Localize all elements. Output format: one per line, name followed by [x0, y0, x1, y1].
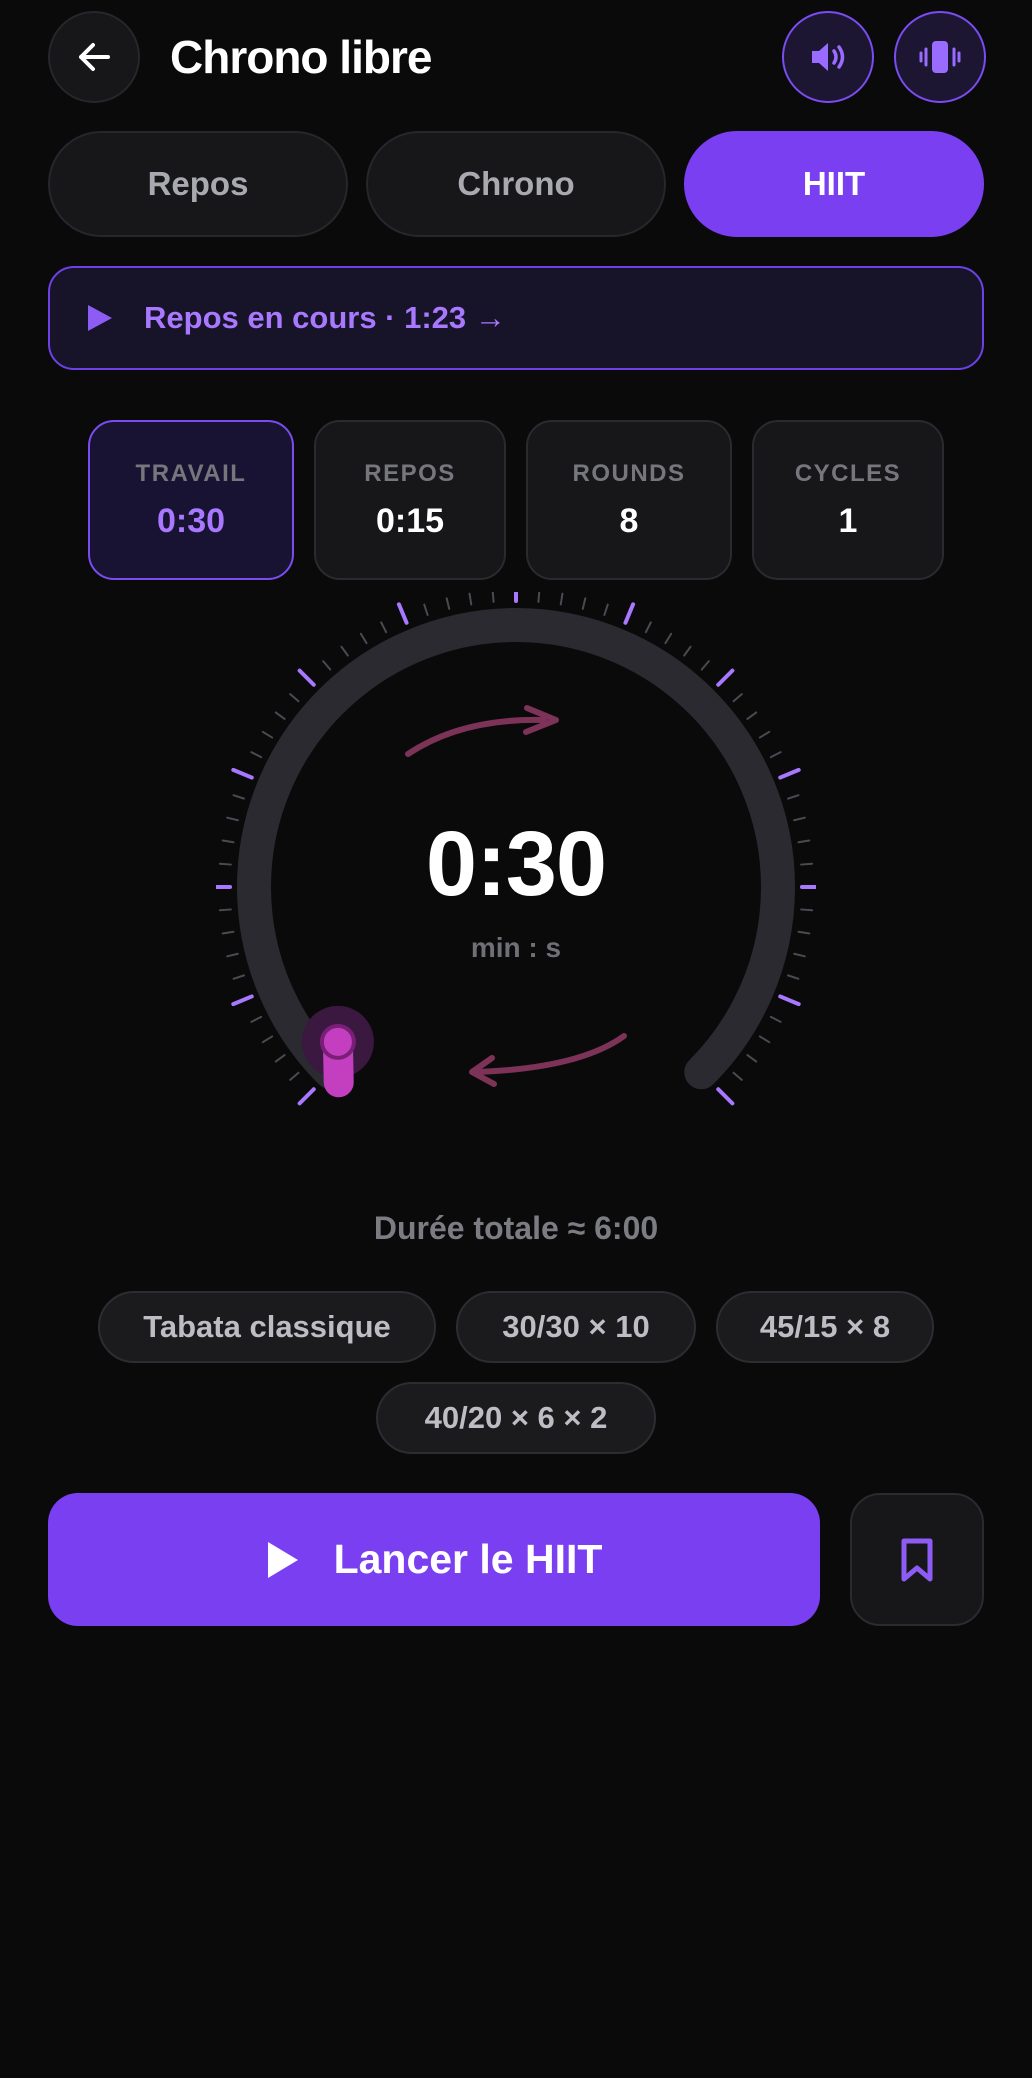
- arrow-left-icon: [79, 43, 110, 71]
- dial-minor-tick: [683, 645, 692, 657]
- dial-minor-tick: [769, 1015, 782, 1023]
- launch-label: Lancer le HIIT: [333, 1536, 603, 1582]
- dial-minor-tick: [380, 621, 388, 634]
- dial-minor-tick: [423, 603, 429, 616]
- dial-minor-tick: [322, 660, 332, 671]
- dial-minor-tick: [787, 794, 800, 800]
- banner-text: Repos en cours · 1:23 →: [144, 300, 506, 335]
- param-label: REPOS: [364, 459, 456, 487]
- dial-minor-tick: [787, 974, 800, 980]
- dial-major-tick: [396, 602, 409, 625]
- dial-time: 0:30: [425, 813, 607, 915]
- dial-unit: min : s: [470, 932, 562, 963]
- param-value: 0:30: [156, 501, 226, 540]
- vibrate-icon: [919, 41, 961, 73]
- preset-chip[interactable]: 40/20 × 6 × 2: [376, 1382, 656, 1454]
- dial-minor-tick: [468, 592, 473, 606]
- dial-minor-tick: [700, 660, 710, 671]
- dial-minor-tick: [232, 794, 245, 800]
- dial-minor-tick: [732, 693, 743, 703]
- tab-hiit[interactable]: HIIT: [684, 131, 984, 237]
- clockwise-arrow-icon: [405, 716, 547, 757]
- preset-chip[interactable]: 30/30 × 10: [456, 1291, 696, 1363]
- param-label: ROUNDS: [572, 459, 686, 487]
- dial-minor-tick: [746, 711, 758, 720]
- dial-minor-tick: [537, 592, 541, 603]
- hiit-timer-screen: Chrono libre Repos Chrono HIIT Repos en …: [0, 0, 1032, 2078]
- dial-minor-tick: [250, 751, 263, 759]
- counterclockwise-arrow-icon: [475, 1033, 627, 1075]
- preset-chip[interactable]: Tabata classique: [98, 1291, 436, 1363]
- tab-repos[interactable]: Repos: [48, 131, 348, 237]
- preset-chip[interactable]: 45/15 × 8: [716, 1291, 934, 1363]
- launch-hiit-button[interactable]: Lancer le HIIT: [48, 1493, 820, 1626]
- page-title: Chrono libre: [170, 31, 432, 83]
- dial-minor-tick: [250, 1015, 263, 1023]
- vibrate-toggle-button[interactable]: [894, 11, 986, 103]
- param-value: 0:15: [375, 501, 445, 540]
- dial-major-tick: [297, 668, 316, 687]
- dial-minor-tick: [261, 730, 274, 739]
- dial-minor-tick: [732, 1071, 743, 1081]
- back-button[interactable]: [48, 11, 140, 103]
- param-value: 8: [619, 501, 639, 540]
- param-rounds[interactable]: ROUNDS 8: [526, 420, 732, 580]
- dial-minor-tick: [491, 592, 495, 603]
- dial-major-tick: [778, 767, 801, 780]
- dial-major-tick: [231, 767, 254, 780]
- dial-minor-tick: [559, 592, 564, 606]
- total-duration: Durée totale ≈ 6:00: [373, 1210, 659, 1246]
- param-label: CYCLES: [794, 459, 902, 487]
- dial-minor-tick: [769, 751, 782, 759]
- dial-minor-tick: [664, 632, 673, 645]
- time-dial[interactable]: 0:30 min : s: [216, 592, 816, 1132]
- dial-minor-tick: [340, 645, 349, 657]
- dial-minor-tick: [359, 632, 368, 645]
- play-icon: [267, 1541, 298, 1578]
- mode-tabs: Repos Chrono HIIT: [48, 131, 984, 237]
- interval-params: TRAVAIL 0:30 REPOS 0:15 ROUNDS 8 CYCLES …: [88, 420, 944, 580]
- dial-minor-tick: [644, 621, 652, 634]
- speaker-icon: [812, 43, 845, 71]
- dial-minor-tick: [445, 597, 451, 610]
- save-preset-button[interactable]: [850, 1493, 984, 1626]
- dial-minor-tick: [289, 693, 300, 703]
- dial-minor-tick: [581, 597, 587, 610]
- bookmark-icon: [901, 1538, 933, 1581]
- dial-minor-tick: [758, 730, 771, 739]
- play-icon: [88, 305, 112, 331]
- dial-minor-tick: [289, 1071, 300, 1081]
- param-cycles[interactable]: CYCLES 1: [752, 420, 944, 580]
- dial-minor-tick: [261, 1035, 274, 1044]
- tab-chrono[interactable]: Chrono: [366, 131, 666, 237]
- dial-major-tick: [778, 994, 801, 1007]
- param-label: TRAVAIL: [135, 459, 247, 487]
- dial-minor-tick: [746, 1054, 758, 1063]
- dial-minor-tick: [603, 603, 609, 616]
- dial-minor-tick: [274, 711, 286, 720]
- rest-in-progress-banner[interactable]: Repos en cours · 1:23 →: [48, 266, 984, 370]
- param-value: 1: [838, 501, 858, 540]
- param-repos[interactable]: REPOS 0:15: [314, 420, 506, 580]
- dial-minor-tick: [232, 974, 245, 980]
- dial-major-tick: [716, 1087, 735, 1106]
- param-travail[interactable]: TRAVAIL 0:30: [88, 420, 294, 580]
- dial-major-tick: [716, 668, 735, 687]
- dial-major-tick: [623, 602, 636, 625]
- sound-toggle-button[interactable]: [782, 11, 874, 103]
- dial-minor-tick: [758, 1035, 771, 1044]
- dial-minor-tick: [274, 1054, 286, 1063]
- dial-major-tick: [231, 994, 254, 1007]
- dial-major-tick: [297, 1087, 316, 1106]
- header: Chrono libre: [48, 11, 986, 103]
